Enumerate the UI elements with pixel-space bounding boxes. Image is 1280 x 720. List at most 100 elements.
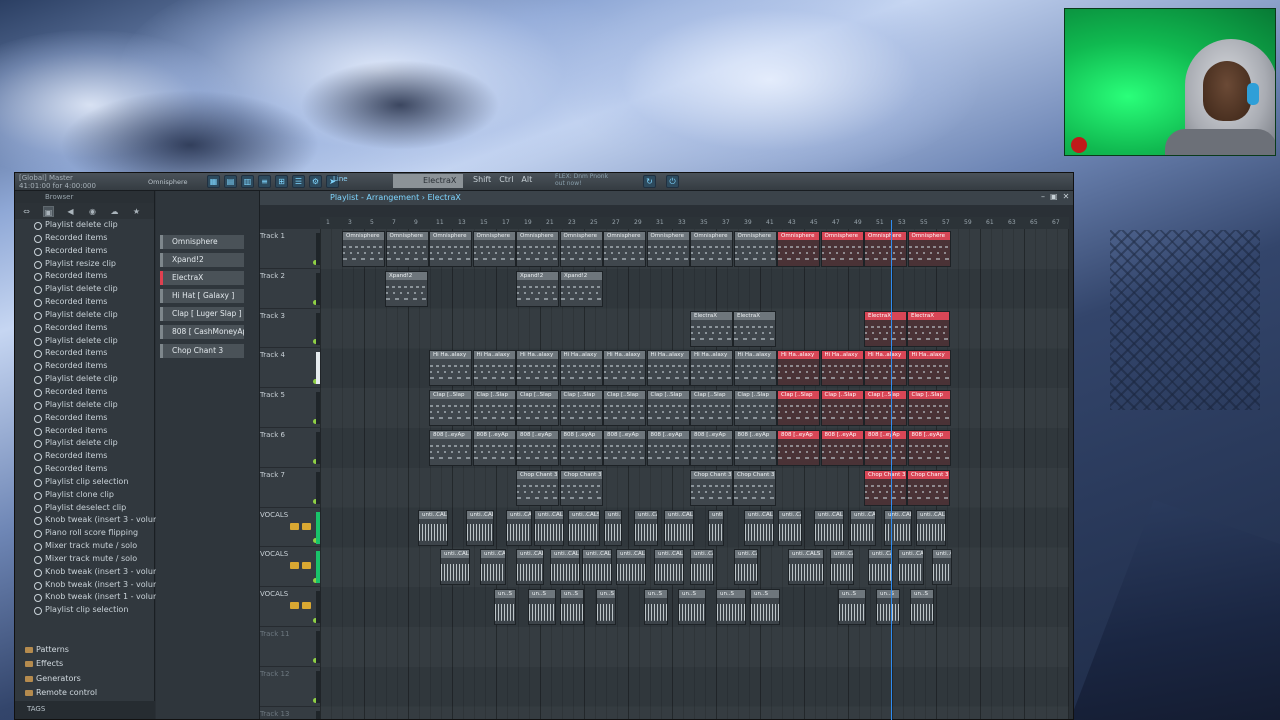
track-header[interactable]: Track 5 xyxy=(260,388,321,428)
playlist-clip[interactable]: ElectraX xyxy=(733,310,776,347)
track-header[interactable]: Track 3 xyxy=(260,309,321,349)
track-header[interactable]: Track 1 xyxy=(260,229,321,269)
history-item[interactable]: Recorded items xyxy=(34,296,154,309)
star-icon[interactable]: ★ xyxy=(131,206,142,217)
playlist-clip[interactable]: unti..CALS xyxy=(850,509,876,546)
ctrl-key[interactable]: Ctrl xyxy=(499,175,513,184)
playlist-clip[interactable]: un..S xyxy=(596,589,616,626)
vertical-scrollbar[interactable] xyxy=(1069,229,1073,719)
track-header[interactable]: Track 2 xyxy=(260,269,321,309)
playlist-clip[interactable]: un..S xyxy=(560,589,584,626)
history-item[interactable]: Playlist delete clip xyxy=(34,335,154,348)
playlist-clip[interactable]: Omnisphere xyxy=(907,231,951,267)
playlist-clip[interactable]: unti..CALS xyxy=(550,549,580,586)
playlist-clip[interactable]: Omnisphere xyxy=(559,231,603,267)
history-item[interactable]: Recorded items xyxy=(34,347,154,360)
playlist-clip[interactable]: Omnisphere xyxy=(385,231,429,267)
history-item[interactable]: Knob tweak (insert 1 - volume) xyxy=(34,591,169,604)
record-arm-button[interactable] xyxy=(290,562,299,570)
playlist-clip[interactable]: unti..CALS xyxy=(932,549,952,586)
target-icon[interactable]: ◉ xyxy=(87,206,98,217)
playlist-clip[interactable]: unti..CALS xyxy=(534,509,564,546)
playlist-clip[interactable]: un..S xyxy=(494,589,516,626)
playlist-clip[interactable]: Hi Ha..alaxy xyxy=(559,350,603,387)
playlist-clip[interactable]: unti..CALS xyxy=(744,509,774,546)
playlist-clip[interactable]: Chop Chant 3 xyxy=(690,469,733,506)
playlist-clip[interactable]: Clap [..Slap xyxy=(733,390,777,427)
playlist-clip[interactable]: unti..CALS xyxy=(664,509,694,546)
playlist-clip[interactable]: unti..CALS xyxy=(506,509,532,546)
history-item[interactable]: Recorded items xyxy=(34,386,154,399)
playlist-clip[interactable]: Hi Ha..alaxy xyxy=(516,350,559,387)
folder-remote-control[interactable]: Remote control xyxy=(23,686,153,700)
track-header[interactable]: VOCALS xyxy=(260,547,321,588)
playlist-clip[interactable]: Clap [..Slap xyxy=(646,390,690,427)
snap-select[interactable]: Line xyxy=(333,175,348,183)
playlist-clip[interactable]: unti..CALS xyxy=(708,509,724,546)
playlist-clip[interactable]: unti..CALS xyxy=(466,509,494,546)
piano-roll-icon[interactable]: ▤ xyxy=(224,175,237,188)
playlist-clip[interactable]: unti..CALS xyxy=(898,549,924,586)
history-item[interactable]: Playlist delete clip xyxy=(34,437,154,450)
history-item[interactable]: Playlist clip selection xyxy=(34,476,154,489)
playlist-clip[interactable]: Hi Ha..alaxy xyxy=(733,350,777,387)
playlist-clip[interactable]: un..S xyxy=(716,589,746,626)
playlist-clip[interactable]: unti..CALS xyxy=(884,509,912,546)
back-icon[interactable]: ◀ xyxy=(65,206,76,217)
history-item[interactable]: Knob tweak (insert 3 - volume) xyxy=(34,579,169,592)
playlist-title[interactable]: Playlist - Arrangement › ElectraX xyxy=(260,191,1073,205)
close-icon[interactable]: ✕ xyxy=(1063,192,1070,201)
playlist-clip[interactable]: unti..CALS xyxy=(516,549,544,586)
playlist-clip[interactable]: unti..CALS xyxy=(778,509,802,546)
playlist-clip[interactable]: Omnisphere xyxy=(472,231,516,267)
history-item[interactable]: Mixer track mute / solo xyxy=(34,540,154,553)
playlist-clip[interactable]: Omnisphere xyxy=(603,231,646,267)
track-header[interactable]: Track 11 xyxy=(260,627,321,667)
playlist-clip[interactable]: unti..CALS xyxy=(788,549,824,586)
playlist-clip[interactable]: Xpand!2 xyxy=(560,270,603,307)
playlist-clip[interactable]: 808 [..eyAp xyxy=(690,430,733,466)
playlist-clip[interactable]: un..S xyxy=(876,589,900,626)
playlist-clip[interactable]: unti..CALS xyxy=(734,549,758,586)
folder-generators[interactable]: Generators xyxy=(23,672,153,686)
playlist-clip[interactable]: unti..CALS xyxy=(568,509,600,546)
playlist-clip[interactable]: Omnisphere xyxy=(690,231,733,267)
picker-item[interactable]: Clap [ Luger Slap ] xyxy=(160,307,244,321)
playlist-clip[interactable]: unti..CALS xyxy=(582,549,612,586)
history-item[interactable]: Knob tweak (insert 3 - volume) xyxy=(34,566,169,579)
news-panel[interactable]: FLEX: Dnm Pnonk out now! xyxy=(555,173,608,187)
history-tab-icon[interactable]: ▣ xyxy=(43,205,54,217)
shift-key[interactable]: Shift xyxy=(473,175,491,184)
picker-item[interactable]: Xpand!2 xyxy=(160,253,244,267)
playlist-clip[interactable]: Hi Ha..alaxy xyxy=(690,350,733,387)
playlist-clip[interactable]: Omnisphere xyxy=(864,231,907,267)
playlist-clip[interactable]: unti..CALS xyxy=(690,549,714,586)
playlist-clip[interactable]: Clap [..Slap xyxy=(820,390,864,427)
playlist-clip[interactable]: Hi Ha..alaxy xyxy=(472,350,516,387)
playlist-clip[interactable]: ElectraX xyxy=(907,310,950,347)
history-item[interactable]: Playlist delete clip xyxy=(34,309,154,322)
playlist-clip[interactable]: ElectraX xyxy=(690,310,733,347)
record-arm-button[interactable] xyxy=(290,602,299,610)
playlist-clip[interactable]: Clap [..Slap xyxy=(777,390,820,427)
playlist-clip[interactable]: Omnisphere xyxy=(516,231,559,267)
history-item[interactable]: Knob tweak (insert 3 - volume) xyxy=(34,514,169,527)
arrangement-grid[interactable]: Omnisphere Omnisphere Omnisphere Omnisphere… xyxy=(320,229,1069,719)
arrows-icon[interactable]: ⇔ xyxy=(21,206,32,217)
playlist-clip[interactable]: unti..CALS xyxy=(616,549,646,586)
playlist-clip[interactable]: Xpand!2 xyxy=(516,270,559,307)
picker-item[interactable]: 808 [ CashMoneyAp ] xyxy=(160,325,244,339)
playlist-clip[interactable]: Clap [..Slap xyxy=(516,390,559,427)
playlist-clip[interactable]: unti..CALS xyxy=(634,509,658,546)
playlist-clip[interactable]: 808 [..eyAp xyxy=(820,430,864,466)
take-button[interactable] xyxy=(302,602,311,610)
playlist-clip[interactable]: un..S xyxy=(644,589,668,626)
playlist-clip[interactable]: 808 [..eyAp xyxy=(603,430,646,466)
playlist-clip[interactable]: Omnisphere xyxy=(342,231,385,267)
track-header[interactable]: Track 6 xyxy=(260,428,321,468)
minimize-icon[interactable]: – xyxy=(1041,192,1045,201)
playlist-clip[interactable]: Chop Chant 3 xyxy=(516,469,559,506)
take-button[interactable] xyxy=(302,522,311,530)
folder-patterns[interactable]: Patterns xyxy=(23,643,153,657)
playlist-clip[interactable]: 808 [..eyAp xyxy=(516,430,559,466)
